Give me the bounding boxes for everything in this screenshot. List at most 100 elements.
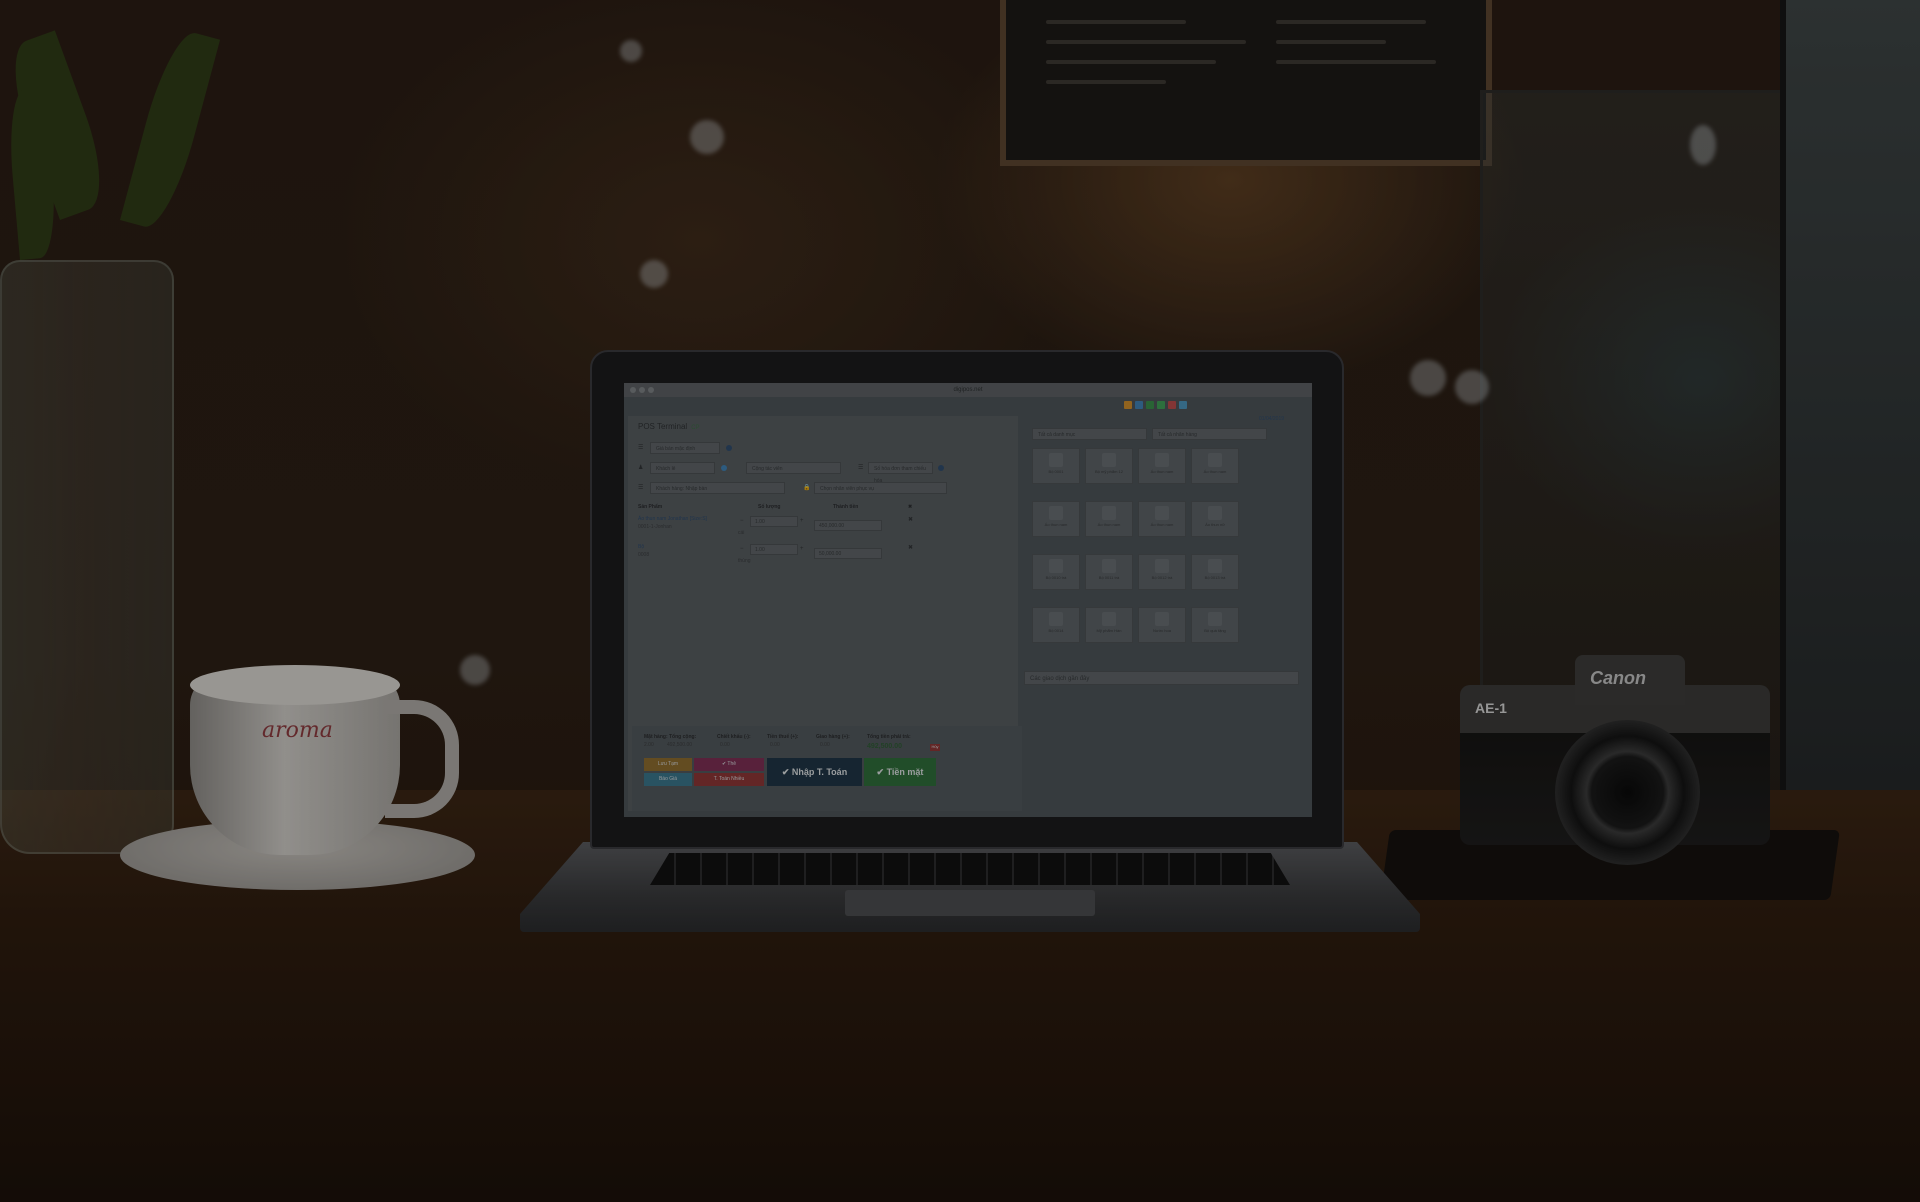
pos-title-text: POS Terminal	[638, 422, 688, 431]
camera-lens	[1555, 720, 1700, 865]
bokeh-light	[1455, 370, 1489, 404]
bokeh-light	[690, 120, 724, 154]
browser-url[interactable]: digipos.net	[953, 387, 982, 393]
remove-line-icon[interactable]: ✖	[908, 544, 913, 551]
bokeh-light	[620, 40, 642, 62]
product-name: Áo thun nam	[1150, 522, 1174, 527]
product-name: Áo thun nam	[1203, 469, 1227, 474]
product-tile[interactable]: Áo thun nam	[1032, 501, 1080, 537]
product-image	[1102, 559, 1116, 573]
qty-input[interactable]: 1.00	[750, 516, 798, 527]
remove-line-icon[interactable]: ✖	[908, 516, 913, 523]
staff-select[interactable]: Cộng tác viên	[746, 462, 841, 474]
product-tile[interactable]: Áo thun nam	[1191, 448, 1239, 484]
product-tile[interactable]: Áo thun nam	[1138, 448, 1186, 484]
product-tile[interactable]: Mỹ phẩm Hàn	[1085, 607, 1133, 643]
product-tile[interactable]: Nước hoa	[1138, 607, 1186, 643]
product-tile[interactable]: Bộ 0014	[1032, 607, 1080, 643]
toolbar-button[interactable]	[1157, 401, 1165, 409]
browser-address-bar[interactable]: digipos.net	[624, 383, 1312, 397]
product-name: Bộ quà tặng	[1204, 628, 1226, 633]
product-name: Bộ 0010 trà	[1045, 575, 1067, 580]
product-tile[interactable]: Áo thun nữ	[1191, 501, 1239, 537]
toolbar-button[interactable]	[1124, 401, 1132, 409]
toolbar-button[interactable]	[1135, 401, 1143, 409]
bokeh-light	[640, 260, 668, 288]
price-list-select[interactable]: Giá bán mặc định	[650, 442, 720, 454]
grand-total-value: 492,500.00	[867, 743, 903, 750]
customer-select[interactable]: Khách lẻ	[650, 462, 715, 474]
line-amount-input[interactable]: 50,000.00	[814, 548, 882, 559]
product-image	[1155, 559, 1169, 573]
toolbar-button[interactable]	[1179, 401, 1187, 409]
window-dot-icon[interactable]	[648, 387, 654, 393]
line-item-unit: cái	[738, 530, 745, 536]
product-tile[interactable]: Bộ mỹ phẩm 12	[1085, 448, 1133, 484]
shipping-label: Giao hàng (+):	[816, 734, 850, 740]
cup-handle	[385, 700, 459, 818]
quote-button[interactable]: Báo Giá	[644, 773, 692, 786]
tax-label: Tiền thuế (+):	[767, 734, 799, 740]
product-name: Áo thun nam	[1044, 522, 1068, 527]
bokeh-light	[1410, 360, 1446, 396]
sale-type-select[interactable]: Khách hàng: Nhập bàn	[650, 482, 785, 494]
finalize-payment-button[interactable]: ✔ Nhập T. Toán	[767, 758, 862, 786]
items-value: 2.00	[644, 742, 654, 748]
product-image	[1208, 453, 1222, 467]
qty-input[interactable]: 1.00	[750, 544, 798, 555]
grand-total-label: Tổng tiền phải trả:	[867, 734, 911, 740]
col-header-qty: Số lượng	[758, 504, 781, 510]
laptop-keyboard	[650, 853, 1290, 885]
info-icon[interactable]	[938, 465, 944, 471]
toolbar-button[interactable]	[1146, 401, 1154, 409]
cup-logo: aroma	[262, 718, 333, 743]
product-tile[interactable]: Bộ 0001	[1032, 448, 1080, 484]
draft-button[interactable]: Lưu Tạm	[644, 758, 692, 771]
col-header-product: Sản Phẩm	[638, 504, 663, 510]
product-tile[interactable]: Bộ quà tặng	[1191, 607, 1239, 643]
cancel-button[interactable]: Hủy	[930, 744, 940, 751]
line-item-unit: thùng	[738, 558, 751, 564]
product-name: Áo thun nam	[1150, 469, 1174, 474]
product-tile[interactable]: Áo thun nam	[1085, 501, 1133, 537]
product-tile[interactable]: Áo thun nam	[1138, 501, 1186, 537]
info-icon[interactable]	[726, 445, 732, 451]
recent-transactions-panel[interactable]: Các giao dịch gần đây	[1024, 671, 1299, 685]
plus-icon[interactable]: +	[800, 518, 804, 524]
product-name: Bộ 0014	[1048, 628, 1064, 633]
product-image	[1155, 612, 1169, 626]
product-tile[interactable]: Bộ 0011 trà	[1085, 554, 1133, 590]
minus-icon[interactable]: −	[740, 546, 744, 552]
line-item-name[interactable]: Áo thun nam Jonathan [Size:S]	[638, 516, 707, 522]
service-staff-select[interactable]: Chọn nhân viên phục vụ	[814, 482, 947, 494]
product-tile[interactable]: Bộ 0012 trà	[1138, 554, 1186, 590]
discount-value: 0.00	[720, 742, 730, 748]
plus-icon[interactable]: +	[800, 546, 804, 552]
add-customer-icon[interactable]	[721, 465, 727, 471]
product-tile[interactable]: Bộ 0013 trà	[1191, 554, 1239, 590]
line-item-name[interactable]: Bộ	[638, 544, 644, 550]
category-select[interactable]: Tất cả danh mục	[1032, 428, 1147, 440]
bokeh-light	[1690, 125, 1716, 165]
window-dot-icon[interactable]	[639, 387, 645, 393]
invoice-input[interactable]: Số hóa đơn tham chiếu hóa	[868, 462, 933, 484]
card-button[interactable]: ✔ Thẻ	[694, 758, 764, 771]
multi-pay-button[interactable]: T. Toán Nhiều	[694, 773, 764, 786]
product-image	[1049, 612, 1063, 626]
glass-vase	[0, 260, 174, 854]
line-item-sku: 0008	[638, 552, 650, 558]
laptop-screen: digipos.net POS Terminal CP ☰ Giá bán mặc…	[624, 383, 1312, 817]
brand-select[interactable]: Tất cả nhãn hàng	[1152, 428, 1267, 440]
product-name: Bộ 0013 trà	[1204, 575, 1226, 580]
line-amount-input[interactable]: 450,000.00	[814, 520, 882, 531]
minus-icon[interactable]: −	[740, 518, 744, 524]
window-dot-icon[interactable]	[630, 387, 636, 393]
shipping-value: 0.00	[820, 742, 830, 748]
cash-button[interactable]: ✔ Tiền mặt	[864, 758, 936, 786]
product-image	[1208, 506, 1222, 520]
product-name: Bộ mỹ phẩm 12	[1094, 469, 1123, 474]
lock-icon: 🔒	[803, 485, 811, 491]
product-tile[interactable]: Bộ 0010 trà	[1032, 554, 1080, 590]
toolbar-button[interactable]	[1168, 401, 1176, 409]
camera-model: AE-1	[1475, 700, 1507, 716]
